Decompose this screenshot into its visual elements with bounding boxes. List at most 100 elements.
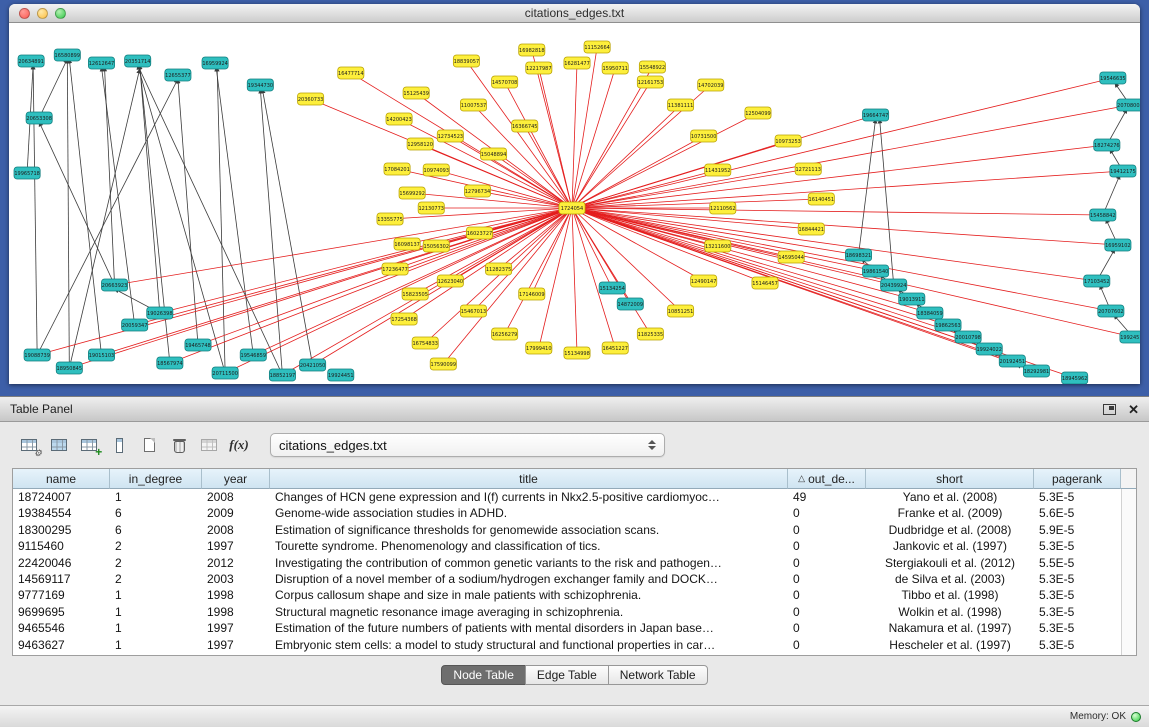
tab-node-table[interactable]: Node Table — [441, 665, 526, 685]
create-column-icon[interactable]: + — [74, 432, 104, 458]
graph-node[interactable]: 11431952 — [705, 164, 731, 176]
graph-node[interactable]: 20707602 — [1098, 305, 1124, 317]
graph-node[interactable]: 12490147 — [691, 275, 717, 287]
graph-node[interactable]: 19546859 — [240, 349, 266, 361]
graph-node[interactable]: 10731500 — [691, 130, 717, 142]
graph-node[interactable]: 14702039 — [698, 79, 724, 91]
table-mode-icon[interactable]: ⚙ — [14, 432, 44, 458]
graph-node[interactable]: 11825335 — [637, 328, 663, 340]
graph-node[interactable]: 11381111 — [667, 99, 693, 111]
graph-node[interactable]: 16281477 — [564, 57, 590, 69]
graph-node[interactable]: 12721113 — [795, 163, 821, 175]
graph-node[interactable]: 20059347 — [122, 319, 148, 331]
cell-year[interactable]: 1998 — [202, 604, 270, 620]
cell-in_degree[interactable]: 1 — [110, 587, 202, 603]
graph-node[interactable]: 15134254 — [599, 282, 625, 294]
network-canvas[interactable]: 2063489116580899126126472035171412655377… — [9, 23, 1140, 384]
cell-title[interactable]: Estimation of significance thresholds fo… — [270, 522, 788, 538]
graph-node[interactable]: 19015103 — [88, 349, 114, 361]
table-selector[interactable]: citations_edges.txt — [270, 433, 665, 457]
cell-name[interactable]: 9699695 — [13, 604, 110, 620]
cell-pagerank[interactable]: 5.3E-5 — [1034, 587, 1121, 603]
graph-node[interactable]: 12958120 — [407, 138, 433, 150]
delete-table-icon[interactable] — [164, 432, 194, 458]
cell-in_degree[interactable]: 2 — [110, 555, 202, 571]
close-panel-icon[interactable]: ✕ — [1128, 403, 1139, 416]
cell-year[interactable]: 1998 — [202, 587, 270, 603]
graph-node[interactable]: 15823505 — [402, 288, 428, 300]
close-window-button[interactable] — [19, 8, 30, 19]
cell-in_degree[interactable]: 1 — [110, 637, 202, 653]
graph-node[interactable]: 12161753 — [637, 76, 663, 88]
cell-in_degree[interactable]: 1 — [110, 604, 202, 620]
graph-node[interactable]: 18950845 — [56, 362, 82, 374]
graph-node[interactable]: 16256279 — [492, 328, 518, 340]
cell-name[interactable]: 9115460 — [13, 538, 110, 554]
graph-node[interactable]: 10851251 — [667, 305, 693, 317]
graph-node[interactable]: 20421050 — [300, 359, 326, 371]
graph-node[interactable]: 12623040 — [437, 275, 463, 287]
cell-name[interactable]: 18724007 — [13, 489, 110, 505]
graph-node[interactable]: 11282375 — [486, 263, 512, 275]
cell-pagerank[interactable]: 5.6E-5 — [1034, 505, 1121, 521]
table-row[interactable]: 2242004622012Investigating the contribut… — [13, 555, 1136, 571]
graph-node[interactable]: 19412175 — [1110, 165, 1136, 177]
cell-out_degree[interactable]: 0 — [788, 522, 866, 538]
graph-node[interactable]: 16982818 — [519, 44, 545, 56]
column-header-short[interactable]: short — [866, 469, 1034, 489]
cell-name[interactable]: 9463627 — [13, 637, 110, 653]
graph-node[interactable]: 18292981 — [1023, 365, 1049, 377]
graph-node[interactable]: 19344730 — [247, 79, 273, 91]
graph-node[interactable]: 19013911 — [899, 293, 925, 305]
graph-node[interactable]: 16023727 — [466, 227, 492, 239]
graph-node[interactable]: 15048894 — [481, 148, 507, 160]
graph-node[interactable]: 18384059 — [917, 307, 943, 319]
graph-node[interactable]: 16844421 — [798, 223, 824, 235]
cell-title[interactable]: Investigating the contribution of common… — [270, 555, 788, 571]
cell-short[interactable]: Yano et al. (2008) — [866, 489, 1034, 505]
cell-in_degree[interactable]: 2 — [110, 571, 202, 587]
graph-node[interactable]: 15146457 — [752, 277, 778, 289]
table-row[interactable]: 1872400712008Changes of HCN gene express… — [13, 489, 1136, 505]
graph-node[interactable]: 18839057 — [453, 55, 479, 67]
graph-node[interactable]: 19924451 — [328, 369, 354, 381]
cell-title[interactable]: Embryonic stem cells: a model to study s… — [270, 637, 788, 653]
graph-node[interactable]: 14595044 — [778, 251, 804, 263]
graph-node[interactable]: 17084201 — [384, 163, 410, 175]
cell-name[interactable]: 18300295 — [13, 522, 110, 538]
cell-year[interactable]: 1997 — [202, 637, 270, 653]
cell-short[interactable]: Nakamura et al. (1997) — [866, 620, 1034, 636]
graph-node[interactable]: 15467013 — [460, 305, 486, 317]
graph-node[interactable]: 19862563 — [935, 319, 961, 331]
graph-node[interactable]: 1724054 — [559, 202, 585, 214]
graph-node[interactable]: 11152664 — [584, 41, 610, 53]
graph-node[interactable]: 20663923 — [101, 279, 127, 291]
graph-node[interactable]: 12655377 — [165, 69, 191, 81]
tab-network-table[interactable]: Network Table — [608, 665, 708, 685]
cell-name[interactable]: 9777169 — [13, 587, 110, 603]
table-row[interactable]: 946362711997Embryonic stem cells: a mode… — [13, 637, 1136, 653]
cell-short[interactable]: de Silva et al. (2003) — [866, 571, 1034, 587]
graph-node[interactable]: 12612647 — [88, 57, 114, 69]
cell-pagerank[interactable]: 5.3E-5 — [1034, 571, 1121, 587]
graph-node[interactable]: 10974093 — [423, 164, 449, 176]
graph-node[interactable]: 19465748 — [185, 339, 211, 351]
tab-edge-table[interactable]: Edge Table — [525, 665, 609, 685]
cell-title[interactable]: Estimation of the future numbers of pati… — [270, 620, 788, 636]
graph-node[interactable]: 13355775 — [377, 213, 403, 225]
cell-name[interactable]: 9465546 — [13, 620, 110, 636]
graph-node[interactable]: 10973253 — [775, 135, 801, 147]
graph-node[interactable]: 16477714 — [338, 67, 364, 79]
graph-node[interactable]: 20010798 — [955, 331, 981, 343]
graph-node[interactable]: 15458842 — [1090, 209, 1116, 221]
graph-node[interactable]: 20711500 — [212, 367, 238, 379]
graph-node[interactable]: 17103452 — [1084, 275, 1110, 287]
graph-node[interactable]: 12504099 — [745, 107, 771, 119]
cell-out_degree[interactable]: 0 — [788, 637, 866, 653]
graph-node[interactable]: 20653308 — [26, 112, 52, 124]
cell-in_degree[interactable]: 6 — [110, 522, 202, 538]
cell-out_degree[interactable]: 49 — [788, 489, 866, 505]
column-header-name[interactable]: name — [13, 469, 110, 489]
cell-pagerank[interactable]: 5.3E-5 — [1034, 538, 1121, 554]
graph-node[interactable]: 15134998 — [564, 347, 590, 359]
